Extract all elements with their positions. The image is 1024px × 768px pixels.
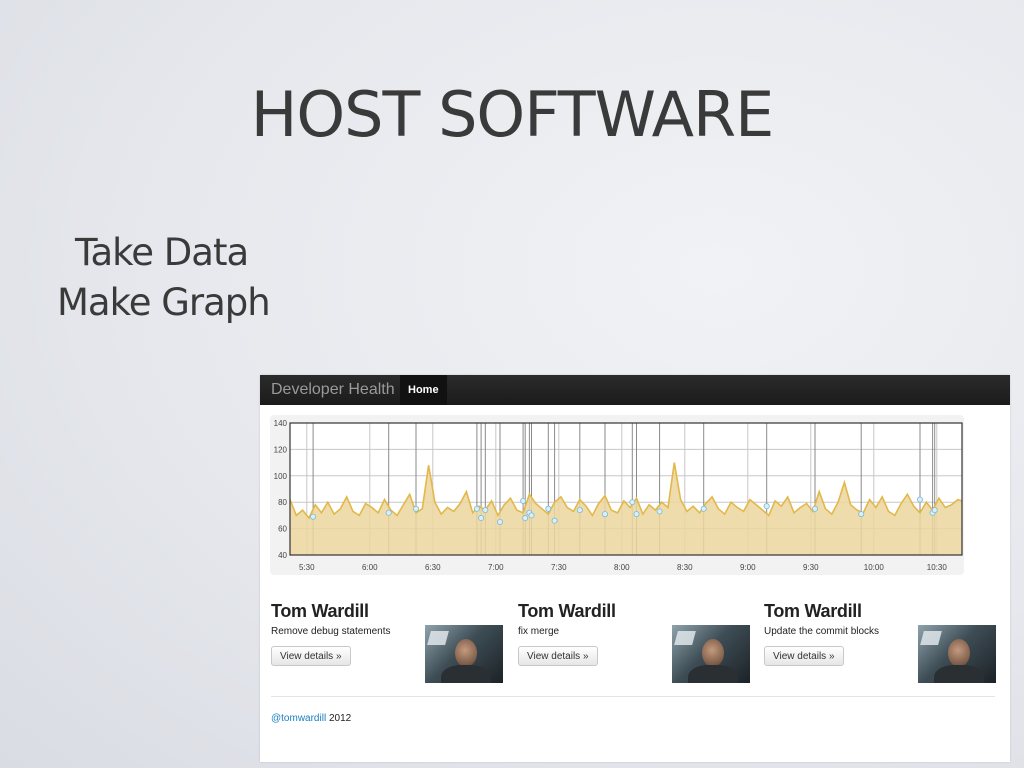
- avatar: [672, 625, 750, 683]
- event-point: [412, 505, 419, 512]
- event-point: [633, 511, 640, 518]
- view-details-button[interactable]: View details »: [518, 646, 598, 666]
- avatar: [425, 625, 503, 683]
- event-point: [473, 505, 480, 512]
- commit-card: Tom Wardill Update the commit blocks Vie…: [764, 601, 996, 685]
- event-point: [545, 505, 552, 512]
- x-tick-label: 10:00: [864, 563, 885, 572]
- y-tick-label: 40: [278, 551, 287, 560]
- bullet-make-graph: Make Graph: [57, 281, 271, 324]
- slide-bullets: Take Data Make Graph: [57, 228, 271, 328]
- y-tick-label: 120: [274, 445, 288, 454]
- event-point: [601, 511, 608, 518]
- avatar: [918, 625, 996, 683]
- health-chart-panel: 40 60 80 100 120 140 5:30 6:00 6:30 7:00 7:30 8:00 8…: [270, 415, 964, 575]
- footer-divider: [271, 696, 995, 697]
- x-tick-label: 7:30: [551, 563, 567, 572]
- view-details-button[interactable]: View details »: [764, 646, 844, 666]
- view-details-button[interactable]: View details »: [271, 646, 351, 666]
- commit-list: Tom Wardill Remove debug statements View…: [271, 601, 1001, 685]
- event-point: [858, 511, 865, 518]
- slide-title: HOST SOFTWARE: [250, 78, 775, 151]
- event-point: [528, 512, 535, 519]
- app-screenshot: Developer Health Home 40 60 80 100 120 140 5:3…: [260, 375, 1010, 762]
- event-point: [629, 499, 636, 506]
- x-tick-label: 8:00: [614, 563, 630, 572]
- event-point: [520, 497, 527, 504]
- commit-author: Tom Wardill: [764, 601, 862, 621]
- event-point: [576, 507, 583, 514]
- event-point: [931, 507, 938, 514]
- commit-author: Tom Wardill: [271, 601, 369, 621]
- event-point: [496, 519, 503, 526]
- event-point: [522, 515, 529, 522]
- nav-item-home[interactable]: Home: [400, 375, 447, 405]
- commit-card: Tom Wardill Remove debug statements View…: [271, 601, 503, 685]
- navbar: Developer Health Home: [260, 375, 1010, 405]
- x-tick-label: 8:30: [677, 563, 693, 572]
- x-tick-label: 9:30: [803, 563, 819, 572]
- event-point: [812, 505, 819, 512]
- event-point: [482, 507, 489, 514]
- commit-card: Tom Wardill fix merge View details »: [518, 601, 750, 685]
- x-tick-label: 6:00: [362, 563, 378, 572]
- commit-message: Remove debug statements: [271, 626, 391, 637]
- x-tick-label: 5:30: [299, 563, 315, 572]
- x-tick-label: 7:00: [488, 563, 504, 572]
- footer: @tomwardill 2012: [271, 713, 351, 724]
- event-point: [700, 505, 707, 512]
- commit-message: fix merge: [518, 626, 560, 637]
- x-tick-label: 9:00: [740, 563, 756, 572]
- x-tick-label: 10:30: [927, 563, 948, 572]
- twitter-handle-link[interactable]: @tomwardill: [271, 713, 326, 724]
- y-tick-label: 60: [278, 525, 287, 534]
- event-point: [478, 515, 485, 522]
- event-point: [551, 517, 558, 524]
- event-point: [656, 508, 663, 515]
- y-tick-label: 100: [274, 472, 288, 481]
- y-tick-label: 140: [274, 419, 288, 428]
- event-point: [917, 496, 924, 503]
- event-point: [763, 503, 770, 510]
- event-point: [385, 509, 392, 516]
- x-tick-label: 6:30: [425, 563, 441, 572]
- bullet-take-data: Take Data: [75, 231, 249, 274]
- brand-link[interactable]: Developer Health: [260, 381, 400, 399]
- commit-message: Update the commit blocks: [764, 626, 880, 637]
- commit-author: Tom Wardill: [518, 601, 616, 621]
- health-chart: 40 60 80 100 120 140 5:30 6:00 6:30 7:00 7:30 8:00 8…: [274, 419, 963, 572]
- event-point: [310, 513, 317, 520]
- y-tick-label: 80: [278, 498, 287, 507]
- footer-year: 2012: [326, 713, 352, 724]
